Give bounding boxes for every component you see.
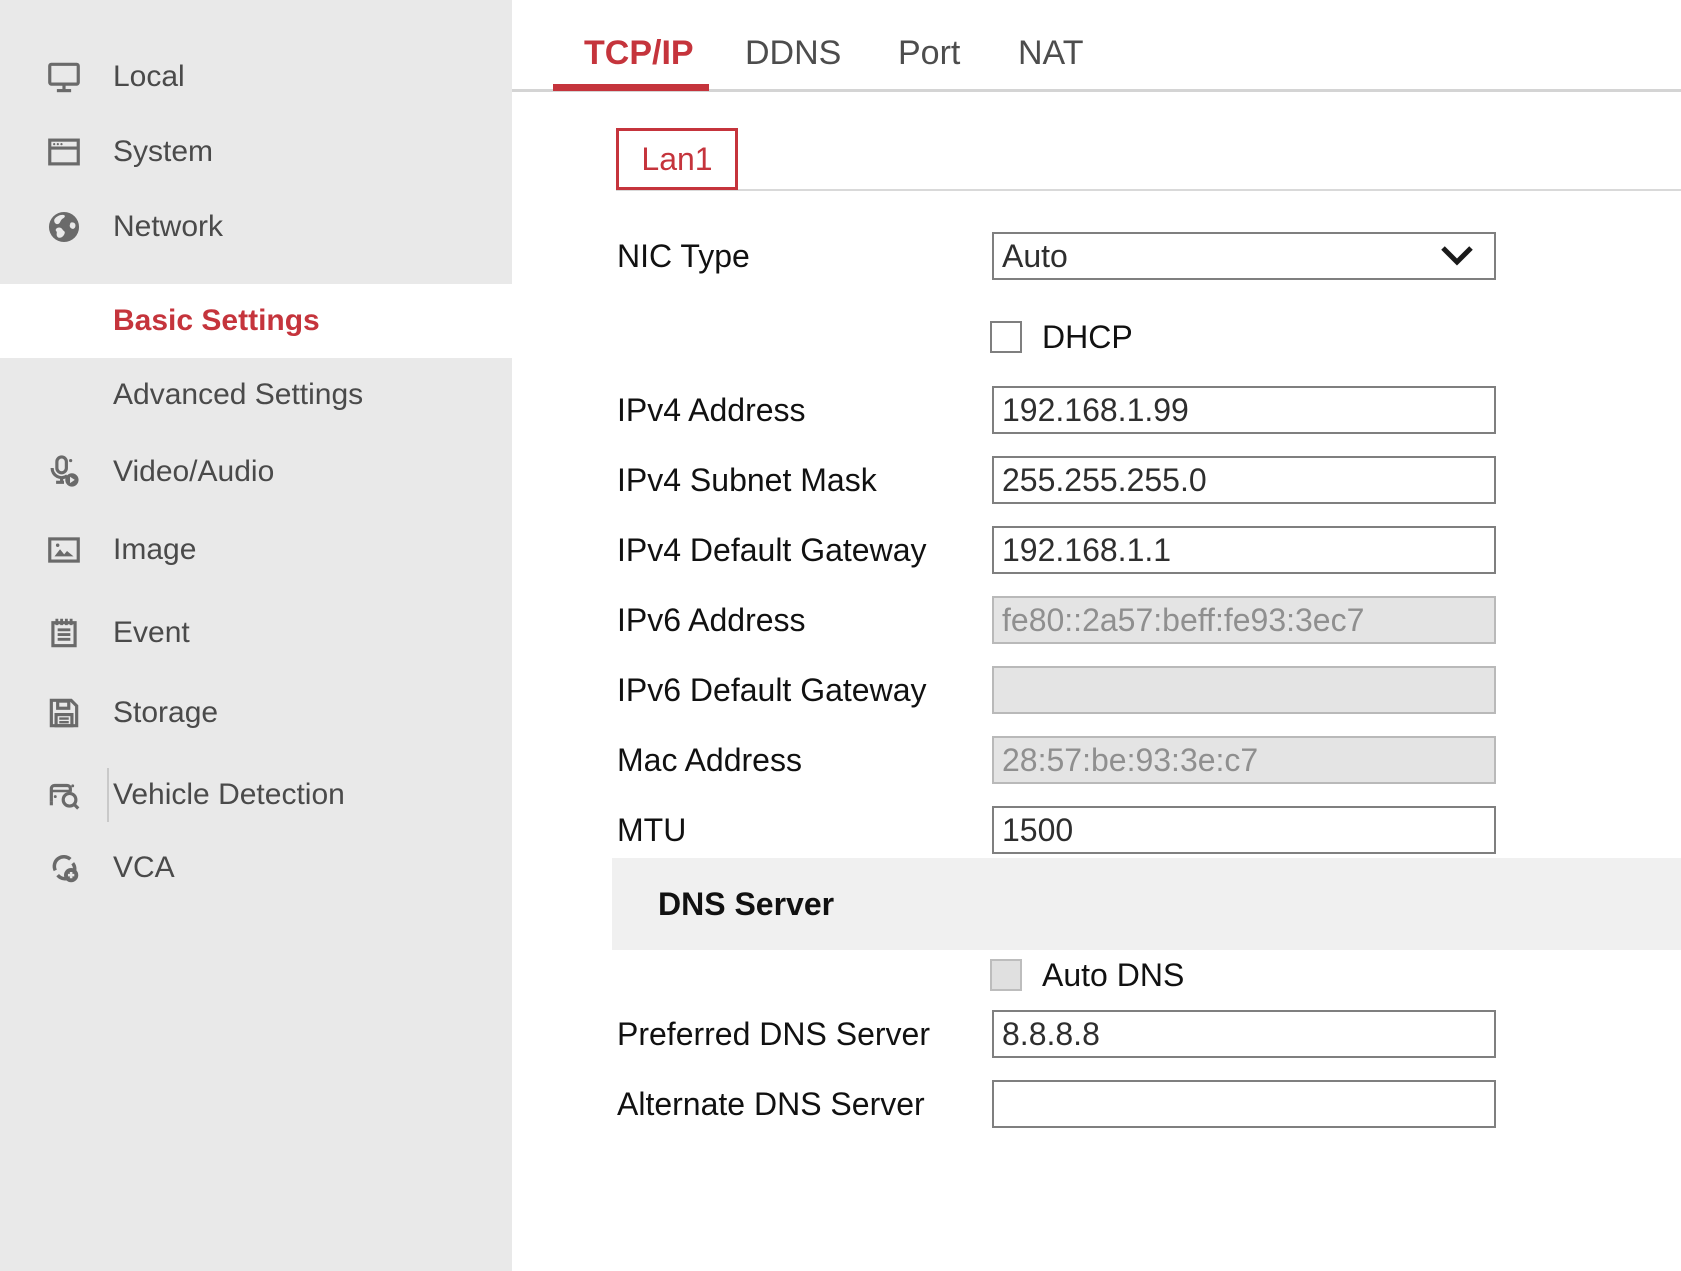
ipv6-gateway-input — [992, 666, 1496, 714]
sidebar-item-label: Local — [113, 60, 185, 94]
dhcp-row: DHCP — [990, 320, 1133, 354]
monitor-icon — [42, 55, 86, 99]
dns-server-title: DNS Server — [658, 886, 834, 923]
nic-type-row: NIC Type Auto — [512, 232, 1681, 280]
sidebar-item-basic-settings[interactable]: Basic Settings — [0, 284, 512, 358]
lan1-label: Lan1 — [641, 141, 712, 178]
alternate-dns-row: Alternate DNS Server — [512, 1080, 1681, 1128]
picture-icon — [42, 528, 86, 572]
auto-dns-checkbox — [990, 959, 1022, 991]
ipv4-address-input[interactable] — [992, 386, 1496, 434]
tab-lan1[interactable]: Lan1 — [616, 128, 738, 190]
ipv4-address-label: IPv4 Address — [617, 386, 806, 434]
ipv4-gateway-input[interactable] — [992, 526, 1496, 574]
sidebar-item-advanced-settings[interactable]: Advanced Settings — [0, 358, 512, 432]
ipv4-subnet-label: IPv4 Subnet Mask — [617, 456, 877, 504]
tcpip-settings-panel: TCP/IP DDNS Port NAT Lan1 NIC Type Auto … — [512, 0, 1681, 1271]
camera-settings-page: Local System N — [0, 0, 1681, 1271]
vca-icon — [42, 846, 86, 890]
sidebar-item-event[interactable]: Event — [0, 596, 512, 670]
alternate-dns-input[interactable] — [992, 1080, 1496, 1128]
ipv6-gateway-label: IPv6 Default Gateway — [617, 666, 926, 714]
dhcp-label: DHCP — [1042, 319, 1133, 356]
chevron-down-icon — [1440, 245, 1474, 267]
mtu-row: MTU — [512, 806, 1681, 854]
ipv4-gateway-label: IPv4 Default Gateway — [617, 526, 926, 574]
notepad-icon — [42, 611, 86, 655]
sidebar-item-label: System — [113, 135, 213, 169]
sidebar-item-label: VCA — [113, 851, 175, 885]
ipv6-address-input — [992, 596, 1496, 644]
auto-dns-label: Auto DNS — [1042, 957, 1184, 994]
nic-type-selected-value: Auto — [1002, 238, 1068, 275]
tab-ddns[interactable]: DDNS — [745, 34, 841, 73]
alternate-dns-label: Alternate DNS Server — [617, 1080, 925, 1128]
sidebar-item-label: Storage — [113, 696, 218, 730]
tab-port[interactable]: Port — [898, 34, 960, 73]
active-tab-underline — [553, 84, 709, 91]
sidebar-item-label: Vehicle Detection — [113, 778, 345, 812]
sidebar-item-label: Network — [113, 210, 223, 244]
sidebar-item-storage[interactable]: Storage — [0, 676, 512, 750]
ipv4-gateway-row: IPv4 Default Gateway — [512, 526, 1681, 574]
auto-dns-row: Auto DNS — [990, 958, 1184, 992]
window-icon — [42, 130, 86, 174]
nic-type-label: NIC Type — [617, 232, 750, 280]
dhcp-checkbox[interactable] — [990, 321, 1022, 353]
sidebar-item-system[interactable]: System — [0, 115, 512, 189]
sidebar-item-label: Basic Settings — [113, 304, 320, 338]
preferred-dns-row: Preferred DNS Server — [512, 1010, 1681, 1058]
ipv6-address-label: IPv6 Address — [617, 596, 806, 644]
ipv6-gateway-row: IPv6 Default Gateway — [512, 666, 1681, 714]
sidebar-item-label: Advanced Settings — [113, 378, 363, 412]
sidebar-item-label: Image — [113, 533, 196, 567]
sidebar-item-network[interactable]: Network — [0, 190, 512, 264]
sidebar-item-label: Video/Audio — [113, 455, 274, 489]
sidebar-item-vehicle-detection[interactable]: Vehicle Detection — [0, 758, 512, 832]
nic-type-select[interactable]: Auto — [992, 232, 1496, 280]
preferred-dns-label: Preferred DNS Server — [617, 1010, 930, 1058]
sidebar-item-label: Event — [113, 616, 190, 650]
sidebar-item-image[interactable]: Image — [0, 513, 512, 587]
ipv4-subnet-input[interactable] — [992, 456, 1496, 504]
floppy-icon — [42, 691, 86, 735]
mtu-label: MTU — [617, 806, 686, 854]
microphone-icon — [42, 450, 86, 494]
ipv4-address-row: IPv4 Address — [512, 386, 1681, 434]
lan-tab-divider-line — [616, 189, 1681, 191]
dns-server-section-header: DNS Server — [612, 858, 1681, 950]
tab-nat[interactable]: NAT — [1018, 34, 1083, 73]
vehicle-search-icon — [42, 773, 86, 817]
sidebar: Local System N — [0, 0, 512, 1271]
sidebar-item-local[interactable]: Local — [0, 40, 512, 114]
preferred-dns-input[interactable] — [992, 1010, 1496, 1058]
mac-address-input — [992, 736, 1496, 784]
sidebar-item-vca[interactable]: VCA — [0, 831, 512, 905]
ipv4-subnet-row: IPv4 Subnet Mask — [512, 456, 1681, 504]
mac-address-label: Mac Address — [617, 736, 802, 784]
tab-tcpip[interactable]: TCP/IP — [584, 34, 694, 73]
ipv6-address-row: IPv6 Address — [512, 596, 1681, 644]
mtu-input[interactable] — [992, 806, 1496, 854]
sidebar-item-video-audio[interactable]: Video/Audio — [0, 435, 512, 509]
sidebar-divider — [107, 768, 109, 822]
globe-icon — [42, 205, 86, 249]
mac-address-row: Mac Address — [512, 736, 1681, 784]
